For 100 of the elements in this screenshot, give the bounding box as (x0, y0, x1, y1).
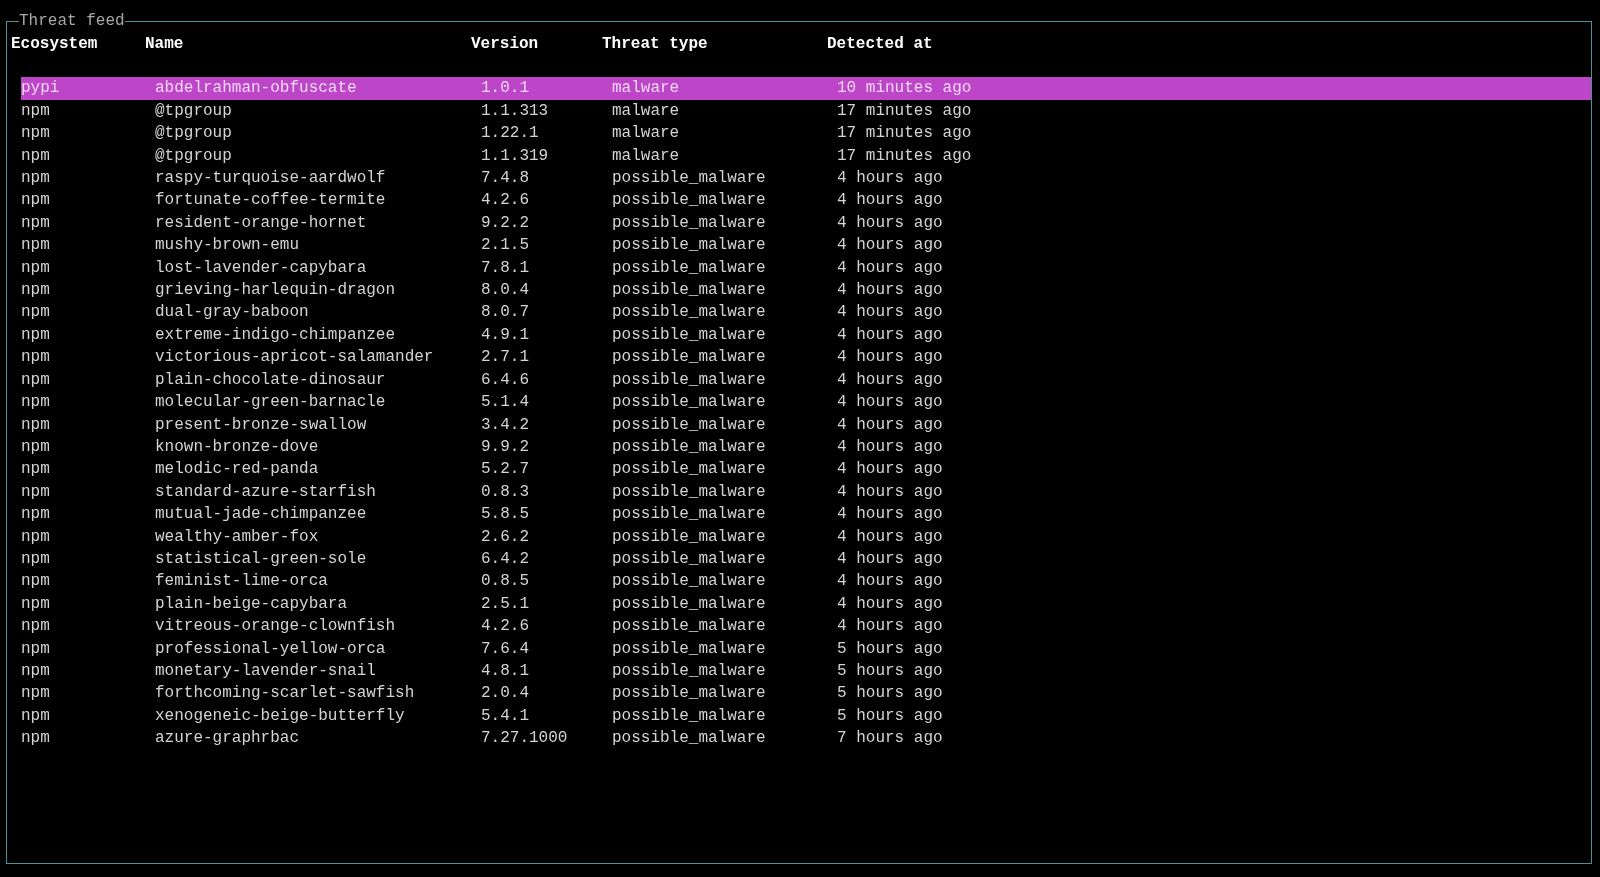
table-row[interactable]: npm statistical-green-sole 6.4.2 possible_malware 4 hours ago (21, 547, 1591, 571)
table-cell-text: @tpgroup (155, 145, 233, 167)
table-row[interactable]: npm fortunate-coffee-termite 4.2.6 possible_malware 4 hours ago (21, 189, 1591, 212)
table-cell-text: 4 hours ago (837, 526, 944, 548)
table-cell-text: possible_malware (612, 190, 767, 212)
table-cell-text: professional-yellow-orca (155, 638, 387, 660)
table-row[interactable]: npm grieving-harlequin-dragon 8.0.4 possible_malware 4 hours ago (21, 279, 1591, 302)
table-row[interactable]: npm extreme-indigo-chimpanzee 4.9.1 possible_malware 4 hours ago (21, 323, 1591, 347)
table-cell-text: npm (21, 504, 51, 526)
table-cell-text: npm (21, 392, 51, 414)
table-cell-text: wealthy-amber-fox (155, 526, 320, 548)
table-row[interactable]: npm lost-lavender-capybara 7.8.1 possible_malware 4 hours ago (21, 256, 1591, 280)
table-cell-text: possible_malware (612, 571, 767, 593)
table-row[interactable]: npm professional-yellow-orca 7.6.4 possible_malware 5 hours ago (21, 637, 1591, 660)
table-cell-text: 4 hours ago (837, 459, 944, 481)
table-cell-text: 2.0.4 (481, 683, 530, 705)
table-cell-text: npm (21, 257, 51, 279)
table-cell-text: monetary-lavender-snail (155, 660, 377, 682)
table-cell-text: possible_malware (612, 212, 767, 234)
table-cell-text: 4 hours ago (837, 168, 944, 190)
table-row[interactable]: npm azure-graphrbac 7.27.1000 possible_malware 7 hours ago (21, 727, 1591, 750)
table-cell-text: possible_malware (612, 257, 767, 279)
table-cell-text: lost-lavender-capybara (155, 257, 368, 279)
table-cell-text: 5 hours ago (837, 660, 944, 682)
column-header: Threat type (602, 34, 709, 55)
table-cell-text: melodic-red-panda (155, 459, 320, 481)
table-cell-text: 17 minutes ago (837, 123, 973, 145)
table-cell-text: 1.1.319 (481, 145, 550, 167)
table-cell-text: 2.1.5 (481, 235, 530, 257)
table-row[interactable]: npm feminist-lime-orca 0.8.5 possible_malware 4 hours ago (21, 570, 1591, 593)
table-cell-text: 4 hours ago (837, 436, 944, 458)
table-row[interactable]: npm plain-beige-capybara 2.5.1 possible_malware 4 hours ago (21, 592, 1591, 616)
table-row[interactable]: npm @tpgroup 1.22.1 malware 17 minutes ago (21, 122, 1591, 145)
table-row[interactable]: npm wealthy-amber-fox 2.6.2 possible_malware 4 hours ago (21, 525, 1591, 548)
table-cell-text: 1.1.313 (481, 100, 550, 122)
table-cell-text: dual-gray-baboon (155, 302, 310, 324)
table-row[interactable]: npm mutual-jade-chimpanzee 5.8.5 possible_malware 4 hours ago (21, 503, 1591, 526)
table-cell-text: npm (21, 168, 51, 190)
table-cell-text: @tpgroup (155, 123, 233, 145)
table-cell-text: 4 hours ago (837, 280, 944, 302)
table-cell-text: 8.0.4 (481, 280, 530, 302)
table-cell-text: npm (21, 436, 51, 458)
table-row[interactable]: npm mushy-brown-emu 2.1.5 possible_malware 4 hours ago (21, 234, 1591, 257)
table-cell-text: possible_malware (612, 302, 767, 324)
table-row[interactable]: npm melodic-red-panda 5.2.7 possible_malware 4 hours ago (21, 458, 1591, 481)
table-row[interactable]: npm present-bronze-swallow 3.4.2 possible_malware 4 hours ago (21, 413, 1591, 436)
table-cell-text: 5.4.1 (481, 705, 530, 727)
table-cell-text: 0.8.5 (481, 571, 530, 593)
table-cell-text: 3.4.2 (481, 414, 530, 436)
table-cell-text: mutual-jade-chimpanzee (155, 504, 368, 526)
table-cell-text: abdelrahman-obfuscate (155, 78, 358, 100)
table-cell-text: npm (21, 414, 51, 436)
table-cell-text: 7.8.1 (481, 257, 530, 279)
table-cell-text: possible_malware (612, 481, 767, 503)
table-cell-text: npm (21, 212, 51, 234)
table-cell-text: 4 hours ago (837, 347, 944, 369)
table-row[interactable]: npm xenogeneic-beige-butterfly 5.4.1 possible_malware 5 hours ago (21, 704, 1591, 728)
table-row[interactable]: npm @tpgroup 1.1.319 malware 17 minutes ago (21, 144, 1591, 168)
table-cell-text: victorious-apricot-salamander (155, 347, 435, 369)
table-row[interactable]: npm dual-gray-baboon 8.0.7 possible_malware 4 hours ago (21, 301, 1591, 324)
table-cell-text: raspy-turquoise-aardwolf (155, 168, 387, 190)
table-cell-text: 4 hours ago (837, 593, 944, 615)
table-row[interactable]: npm raspy-turquoise-aardwolf 7.4.8 possible_malware 4 hours ago (21, 167, 1591, 190)
table-cell-text: 1.0.1 (481, 78, 530, 100)
table-cell-text: @tpgroup (155, 100, 233, 122)
table-cell-text: npm (21, 593, 51, 615)
table-cell-text: possible_malware (612, 369, 767, 391)
table-cell-text: 5.2.7 (481, 459, 530, 481)
table-cell-text: possible_malware (612, 683, 767, 705)
table-row[interactable]: npm monetary-lavender-snail 4.8.1 possible_malware 5 hours ago (21, 659, 1591, 683)
table-cell-text: 4 hours ago (837, 571, 944, 593)
table-cell-text: 4 hours ago (837, 302, 944, 324)
table-row[interactable]: npm forthcoming-scarlet-sawfish 2.0.4 possible_malware 5 hours ago (21, 682, 1591, 705)
column-header: Ecosystem (11, 34, 99, 55)
table-cell-text: possible_malware (612, 392, 767, 414)
table-cell-text: present-bronze-swallow (155, 414, 368, 436)
table-cell-text: 4 hours ago (837, 616, 944, 638)
table-cell-text: 2.6.2 (481, 526, 530, 548)
table-row[interactable]: npm molecular-green-barnacle 5.1.4 possible_malware 4 hours ago (21, 391, 1591, 414)
table-cell-text: malware (612, 123, 681, 145)
table-cell-text: possible_malware (612, 324, 767, 346)
table-cell-text: possible_malware (612, 548, 767, 570)
table-cell-text: 8.0.7 (481, 302, 530, 324)
table-cell-text: 1.22.1 (481, 123, 540, 145)
table-row[interactable]: npm victorious-apricot-salamander 2.7.1 possible_malware 4 hours ago (21, 346, 1591, 369)
table-row[interactable]: npm plain-chocolate-dinosaur 6.4.6 possible_malware 4 hours ago (21, 368, 1591, 392)
table-cell-text: possible_malware (612, 280, 767, 302)
table-cell-text: npm (21, 526, 51, 548)
table-cell-text: npm (21, 459, 51, 481)
table-cell-text: standard-azure-starfish (155, 481, 377, 503)
table-row[interactable]: npm known-bronze-dove 9.9.2 possible_malware 4 hours ago (21, 435, 1591, 459)
table-row[interactable]: npm vitreous-orange-clownfish 4.2.6 possible_malware 4 hours ago (21, 615, 1591, 638)
table-row[interactable]: npm resident-orange-hornet 9.2.2 possible_malware 4 hours ago (21, 211, 1591, 235)
table-row[interactable]: npm @tpgroup 1.1.313 malware 17 minutes ago (21, 99, 1591, 123)
table-cell-text: possible_malware (612, 638, 767, 660)
table-row[interactable]: npm standard-azure-starfish 0.8.3 possible_malware 4 hours ago (21, 480, 1591, 504)
table-cell-text: 9.2.2 (481, 212, 530, 234)
table-cell-text: possible_malware (612, 728, 767, 750)
table-cell-text: npm (21, 369, 51, 391)
table-cell-text: 9.9.2 (481, 436, 530, 458)
